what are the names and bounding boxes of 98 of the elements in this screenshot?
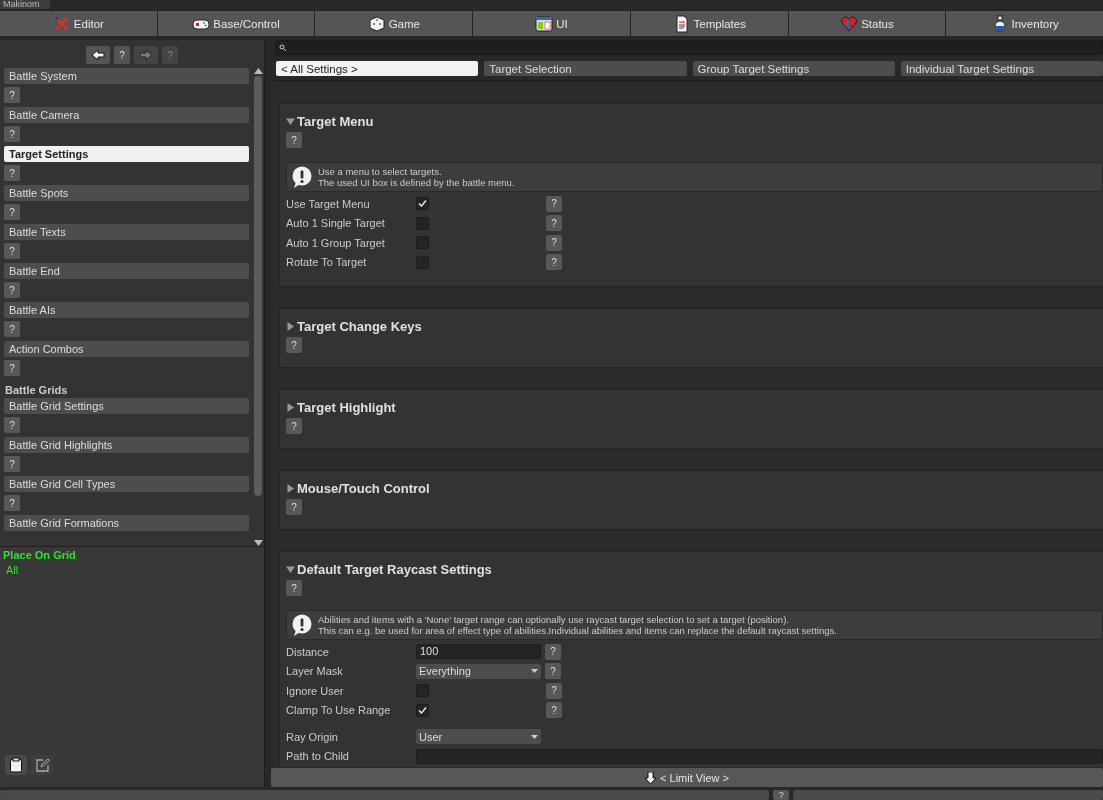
checkbox[interactable] xyxy=(416,703,429,717)
sidebar-item[interactable]: Battle Grid Formations xyxy=(4,515,249,531)
settings-tab[interactable]: < All Settings > xyxy=(276,61,479,76)
dropdown[interactable]: Everything xyxy=(416,663,541,679)
help-button[interactable]: ? xyxy=(4,321,20,337)
help-button[interactable]: ? xyxy=(546,682,562,699)
editor-tab[interactable]: UI xyxy=(473,11,630,36)
editor-tab[interactable]: Templates xyxy=(630,11,788,36)
clipboard-button[interactable] xyxy=(5,755,27,775)
section-title[interactable]: Default Target Raycast Settings xyxy=(297,562,492,577)
collapsed-triangle-icon[interactable] xyxy=(286,484,295,493)
help-button[interactable]: ? xyxy=(546,254,562,271)
window-title: Makinom xyxy=(0,0,50,9)
help-button[interactable]: ? xyxy=(286,580,302,596)
right-arrow-icon xyxy=(139,49,153,61)
field-label: Ray Origin xyxy=(286,730,339,743)
section-title[interactable]: Mouse/Touch Control xyxy=(297,481,430,496)
help-button[interactable]: ? xyxy=(4,360,20,376)
help-button[interactable]: ? xyxy=(546,195,562,212)
field-label: Rotate To Target xyxy=(286,256,368,269)
dropdown[interactable]: User xyxy=(416,729,541,745)
sidebar-item[interactable]: Target Settings xyxy=(4,146,249,162)
field-label: Layer Mask xyxy=(286,665,344,678)
editor-tab[interactable]: Game xyxy=(315,11,473,36)
help-button[interactable]: ? xyxy=(545,663,561,680)
filter-value: All xyxy=(5,564,20,576)
field-label: Use Target Menu xyxy=(286,197,371,210)
editor-tab[interactable]: Status xyxy=(788,11,946,36)
help-button[interactable]: ? xyxy=(4,417,20,433)
sidebar-item[interactable]: Action Combos xyxy=(4,341,249,357)
scroll-up-icon[interactable] xyxy=(253,68,263,74)
section-title[interactable]: Target Change Keys xyxy=(297,319,422,334)
field-label: Ignore User xyxy=(286,684,345,697)
search-icon xyxy=(279,44,286,51)
help-button[interactable]: ? xyxy=(286,337,302,353)
sidebar-item[interactable]: Battle Grid Cell Types xyxy=(4,476,249,492)
heart-icon xyxy=(840,14,859,33)
help-button[interactable]: ? xyxy=(546,215,562,232)
field-label: Auto 1 Group Target xyxy=(286,236,386,249)
exclamation-icon xyxy=(291,614,313,636)
scrollbar-thumb[interactable] xyxy=(254,76,262,496)
sidebar-item[interactable]: Battle End xyxy=(4,263,249,279)
field-label: Clamp To Use Range xyxy=(286,704,392,717)
back-button[interactable] xyxy=(86,46,110,64)
section-title[interactable]: Target Menu xyxy=(297,114,374,129)
filter-title: Place On Grid xyxy=(3,549,77,561)
down-arrow-icon xyxy=(645,771,657,784)
sidebar-item[interactable]: Battle System xyxy=(4,68,249,84)
window-icon xyxy=(535,14,554,33)
editor-tab[interactable]: Inventory xyxy=(946,11,1103,36)
sidebar-item[interactable]: Battle Grid Highlights xyxy=(4,437,249,453)
expanded-triangle-icon[interactable] xyxy=(286,565,295,574)
settings-tab[interactable]: Group Target Settings xyxy=(692,61,895,76)
sidebar-item[interactable]: Battle Texts xyxy=(4,224,249,240)
editor-tab[interactable]: Editor xyxy=(0,11,157,36)
help-button[interactable]: ? xyxy=(286,132,302,148)
help-button[interactable]: ? xyxy=(4,456,20,472)
collapsed-triangle-icon[interactable] xyxy=(286,322,295,331)
help-button[interactable]: ? xyxy=(545,643,561,660)
dice-icon xyxy=(367,14,386,33)
collapsed-triangle-icon[interactable] xyxy=(286,403,295,412)
field-label: Path to Child xyxy=(286,750,350,763)
info-text: Use a menu to select targets. The used UI box is defined by the battle menu. xyxy=(318,166,515,188)
settings-tab[interactable]: Target Selection xyxy=(484,61,687,76)
sidebar-item[interactable]: Battle Camera xyxy=(4,107,249,123)
dropdown-arrow-icon xyxy=(531,669,538,674)
sidebar-item[interactable]: Battle Grid Settings xyxy=(4,398,249,414)
input-field[interactable]: 100 xyxy=(416,644,541,660)
field-label: Auto 1 Single Target xyxy=(286,217,386,230)
limit-view-button[interactable]: < Limit View > xyxy=(271,768,1103,787)
editor-tab[interactable]: Base/Control xyxy=(157,11,315,36)
edit-button[interactable] xyxy=(31,755,53,775)
group-header: Battle Grids xyxy=(4,383,69,398)
help-button[interactable]: ? xyxy=(4,87,20,103)
info-text: Abilities and items with a 'None' target range can optionally use raycast target selection to set a target (position). This can e.g. be used for area of effect type of abilities.Individual abilities and items can replace the default raycast settings. xyxy=(318,614,837,636)
help-button[interactable]: ? xyxy=(4,243,20,259)
help-button[interactable]: ? xyxy=(546,234,562,251)
help-button[interactable]: ? xyxy=(4,126,20,142)
help-button[interactable]: ? xyxy=(4,282,20,298)
dropdown-arrow-icon xyxy=(531,734,538,739)
expanded-triangle-icon[interactable] xyxy=(286,117,295,126)
help-button[interactable]: ? xyxy=(286,418,302,434)
search-field[interactable] xyxy=(275,40,1103,55)
help-button[interactable]: ? xyxy=(546,702,562,719)
settings-tab[interactable]: Individual Target Settings xyxy=(900,61,1103,76)
help-button[interactable]: ? xyxy=(773,790,790,800)
section-title[interactable]: Target Highlight xyxy=(297,400,396,415)
help-button[interactable]: ? xyxy=(4,165,20,181)
help-button[interactable]: ? xyxy=(4,495,20,511)
checkbox[interactable] xyxy=(416,197,429,211)
exclamation-icon xyxy=(291,166,313,188)
help-button[interactable]: ? xyxy=(114,46,130,64)
sidebar-item[interactable]: Battle Spots xyxy=(4,185,249,201)
help-button[interactable]: ? xyxy=(286,499,302,515)
help-button[interactable]: ? xyxy=(4,204,20,220)
left-arrow-icon xyxy=(91,49,105,61)
sidebar-item[interactable]: Battle AIs xyxy=(4,302,249,318)
field-label: Distance xyxy=(286,645,330,658)
